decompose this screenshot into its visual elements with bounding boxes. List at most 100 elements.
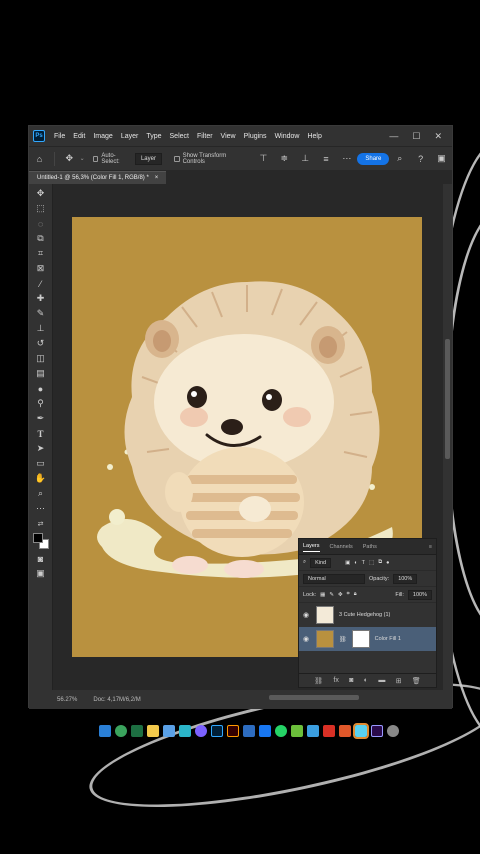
- opacity-input[interactable]: 100%: [393, 573, 418, 584]
- zoom-tool-icon[interactable]: ⌕: [34, 487, 48, 501]
- close-icon[interactable]: ✕: [434, 131, 442, 142]
- menu-layer[interactable]: Layer: [117, 133, 143, 140]
- align-bottom-icon[interactable]: ⊥: [300, 153, 311, 165]
- fill-input[interactable]: 100%: [407, 589, 432, 600]
- adjustment-layer-icon[interactable]: ◐: [364, 677, 368, 684]
- illustrator-icon[interactable]: [227, 725, 239, 737]
- filter-toggle-icon[interactable]: ●: [386, 560, 389, 566]
- app-icon[interactable]: [307, 725, 319, 737]
- word-icon[interactable]: [243, 725, 255, 737]
- filter-pixel-icon[interactable]: ▣: [345, 560, 350, 566]
- panel-menu-icon[interactable]: ≡: [429, 544, 432, 550]
- gradient-tool-icon[interactable]: ▤: [34, 367, 48, 381]
- layer-row-selected[interactable]: ◉ ⛓ Color Fill 1: [299, 627, 436, 651]
- store-icon[interactable]: [179, 725, 191, 737]
- eye-icon[interactable]: ◉: [303, 611, 311, 619]
- type-tool-icon[interactable]: T: [34, 427, 48, 441]
- menu-file[interactable]: File: [50, 133, 69, 140]
- swap-colors-icon[interactable]: ⇄: [34, 517, 48, 531]
- color-swatches[interactable]: [32, 533, 49, 549]
- hand-tool-icon[interactable]: ✋: [34, 472, 48, 486]
- align-top-icon[interactable]: ⊤: [258, 153, 269, 165]
- kind-filter-dropdown[interactable]: Kind: [310, 557, 332, 568]
- search-icon[interactable]: ⌕: [394, 153, 405, 165]
- app-icon[interactable]: [353, 723, 369, 739]
- clone-stamp-icon[interactable]: ⊥: [34, 322, 48, 336]
- brush-tool-icon[interactable]: ✎: [34, 307, 48, 321]
- foreground-color-swatch[interactable]: [32, 533, 43, 543]
- vertical-scrollbar[interactable]: [443, 184, 452, 690]
- move-tool-icon[interactable]: ✥: [64, 153, 75, 165]
- dodge-tool-icon[interactable]: ⚲: [34, 397, 48, 411]
- chrome-icon[interactable]: [115, 725, 127, 737]
- frame-tool-icon[interactable]: ⊠: [34, 262, 48, 276]
- filter-type-icon[interactable]: T: [362, 560, 365, 566]
- close-tab-icon[interactable]: ×: [155, 175, 159, 181]
- more-options-icon[interactable]: ⋯: [341, 153, 352, 165]
- menu-help[interactable]: Help: [303, 133, 325, 140]
- marquee-tool-icon[interactable]: ⬚: [34, 202, 48, 216]
- app-icon[interactable]: [195, 725, 207, 737]
- file-explorer-icon[interactable]: [147, 725, 159, 737]
- history-brush-icon[interactable]: ↺: [34, 337, 48, 351]
- auto-select-dropdown[interactable]: Layer: [134, 152, 162, 165]
- align-middle-icon[interactable]: ≑: [279, 153, 290, 165]
- lock-all-icon[interactable]: 🔒︎: [354, 591, 357, 598]
- tab-paths[interactable]: Paths: [363, 542, 377, 552]
- menu-image[interactable]: Image: [89, 133, 116, 140]
- facebook-icon[interactable]: [259, 725, 271, 737]
- object-select-tool-icon[interactable]: ⧉: [34, 232, 48, 246]
- home-icon[interactable]: ⌂: [34, 153, 45, 165]
- excel-icon[interactable]: [131, 725, 143, 737]
- quick-mask-icon[interactable]: ◙: [34, 552, 48, 566]
- tab-layers[interactable]: Layers: [303, 541, 320, 552]
- move-tool-icon[interactable]: ✥: [34, 187, 48, 201]
- auto-select-checkbox[interactable]: [92, 155, 99, 162]
- filter-shape-icon[interactable]: ⬚: [369, 560, 374, 566]
- fx-icon[interactable]: fx: [333, 677, 338, 684]
- distribute-icon[interactable]: ≡: [321, 153, 332, 165]
- menu-window[interactable]: Window: [271, 133, 304, 140]
- zoom-level[interactable]: 56.27%: [57, 697, 77, 703]
- blend-mode-dropdown[interactable]: Normal: [303, 573, 365, 584]
- menu-filter[interactable]: Filter: [193, 133, 217, 140]
- whatsapp-icon[interactable]: [275, 725, 287, 737]
- new-layer-icon[interactable]: ⊞: [396, 677, 402, 685]
- brave-icon[interactable]: [339, 725, 351, 737]
- menu-plugins[interactable]: Plugins: [240, 133, 271, 140]
- healing-brush-icon[interactable]: ✚: [34, 292, 48, 306]
- more-tools-icon[interactable]: ⋯: [34, 502, 48, 516]
- eye-icon[interactable]: ◉: [303, 635, 311, 643]
- menu-select[interactable]: Select: [166, 133, 193, 140]
- blur-tool-icon[interactable]: ●: [34, 382, 48, 396]
- windows-start-icon[interactable]: [99, 725, 111, 737]
- workspace-icon[interactable]: ▣: [436, 153, 447, 165]
- document-tab[interactable]: Untitled-1 @ 56,3% (Color Fill 1, RGB/8)…: [29, 171, 167, 184]
- filter-adjustment-icon[interactable]: ◐: [354, 560, 357, 566]
- premiere-icon[interactable]: [371, 725, 383, 737]
- menu-type[interactable]: Type: [142, 133, 165, 140]
- pen-tool-icon[interactable]: ✒: [34, 412, 48, 426]
- chevron-down-icon[interactable]: ⌄: [80, 155, 85, 162]
- photos-icon[interactable]: [163, 725, 175, 737]
- app-icon[interactable]: [291, 725, 303, 737]
- app-icon[interactable]: [323, 725, 335, 737]
- eraser-tool-icon[interactable]: ◫: [34, 352, 48, 366]
- path-select-icon[interactable]: ➤: [34, 442, 48, 456]
- shape-tool-icon[interactable]: ▭: [34, 457, 48, 471]
- link-layers-icon[interactable]: ⛓: [314, 677, 323, 685]
- menu-view[interactable]: View: [217, 133, 240, 140]
- lock-position-icon[interactable]: ✥: [338, 592, 343, 598]
- lasso-tool-icon[interactable]: ◌: [34, 217, 48, 231]
- menu-edit[interactable]: Edit: [69, 133, 89, 140]
- scrollbar-thumb[interactable]: [445, 339, 450, 459]
- maximize-icon[interactable]: ☐: [412, 131, 420, 142]
- app-icon[interactable]: [387, 725, 399, 737]
- tab-channels[interactable]: Channels: [330, 542, 353, 552]
- lock-pixels-icon[interactable]: ▦: [320, 592, 325, 598]
- horizontal-scrollbar[interactable]: [269, 695, 359, 700]
- photoshop-taskbar-icon[interactable]: [211, 725, 223, 737]
- eyedropper-tool-icon[interactable]: ⁄: [34, 277, 48, 291]
- screen-mode-icon[interactable]: ▣: [34, 567, 48, 581]
- lock-paint-icon[interactable]: ✎: [329, 592, 334, 598]
